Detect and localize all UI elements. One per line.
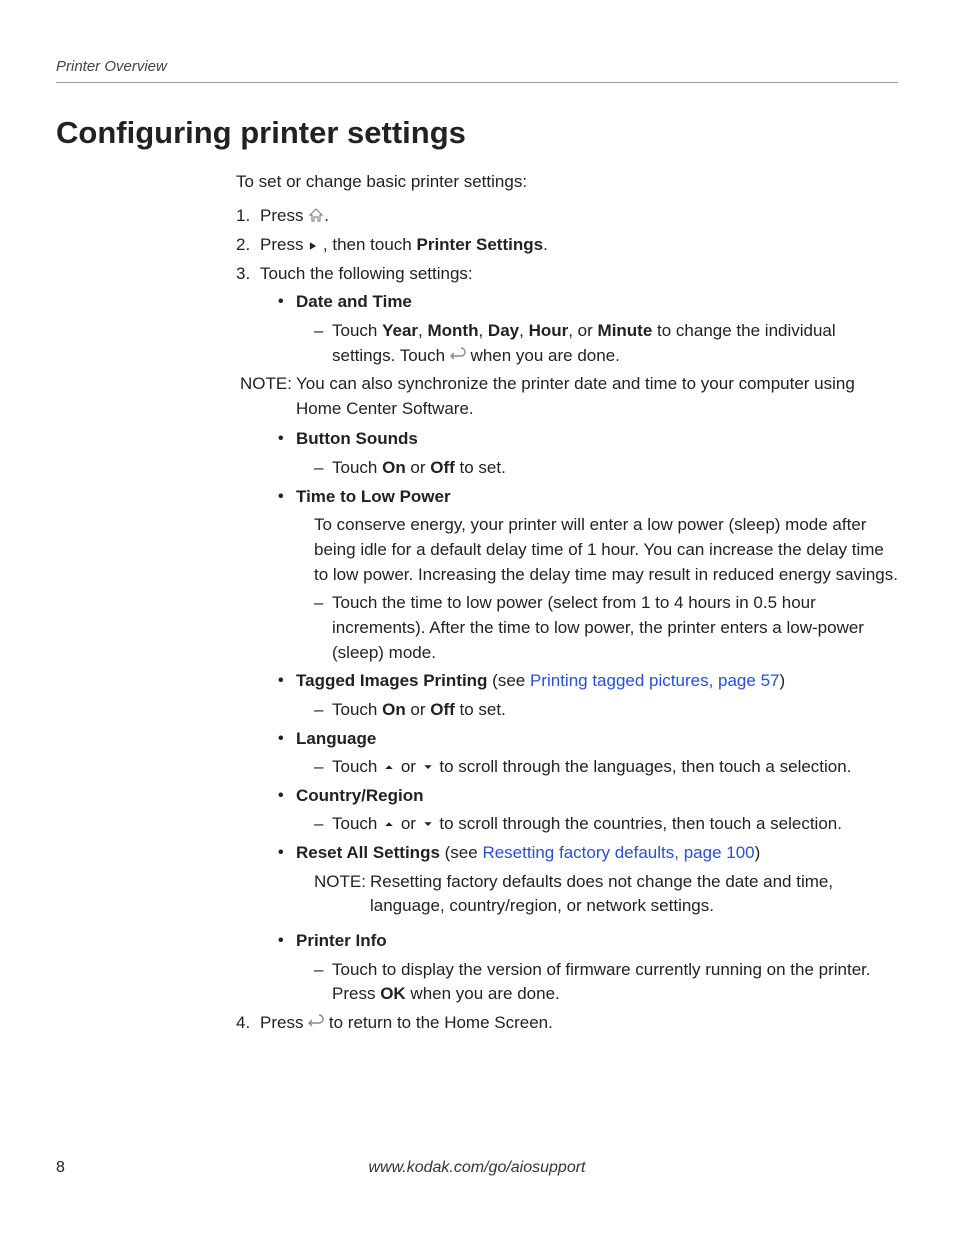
link-tagged-pictures[interactable]: Printing tagged pictures, page 57 xyxy=(530,671,780,690)
setting-label: Tagged Images Printing xyxy=(296,671,487,690)
text: ) xyxy=(755,843,761,862)
setting-date-time: Date and Time Touch Year, Month, Day, Ho… xyxy=(278,290,898,368)
setting-printer-info: Printer Info Touch to display the versio… xyxy=(278,929,898,1007)
setting-label: Language xyxy=(296,729,376,748)
setting-country-region: Country/Region Touch or to scroll throug… xyxy=(278,784,898,837)
home-icon xyxy=(308,207,324,223)
on-bold: On xyxy=(382,700,406,719)
step-4: 4. Press to return to the Home Screen. xyxy=(236,1011,898,1036)
running-header: Printer Overview xyxy=(56,56,898,83)
ok-bold: OK xyxy=(380,984,406,1003)
note-label: NOTE: xyxy=(314,870,370,919)
text: to scroll through the countries, then to… xyxy=(435,814,842,833)
text: , xyxy=(519,321,528,340)
printer-info-detail: Touch to display the version of firmware… xyxy=(314,958,898,1007)
step-2: 2. Press , then touch Printer Settings. xyxy=(236,233,898,258)
off-bold: Off xyxy=(430,458,455,477)
link-reset-defaults[interactable]: Resetting factory defaults, page 100 xyxy=(482,843,754,862)
country-detail: Touch or to scroll through the countries… xyxy=(314,812,898,837)
text: Touch xyxy=(332,757,382,776)
text: (see xyxy=(487,671,530,690)
settings-list: Date and Time Touch Year, Month, Day, Ho… xyxy=(278,290,898,368)
text: or xyxy=(406,458,431,477)
tagged-detail: Touch On or Off to set. xyxy=(314,698,898,723)
day-bold: Day xyxy=(488,321,519,340)
step-text: Touch the following settings: xyxy=(260,264,473,283)
month-bold: Month xyxy=(427,321,478,340)
reset-note: NOTE: Resetting factory defaults does no… xyxy=(314,870,898,919)
minute-bold: Minute xyxy=(598,321,653,340)
text: Touch xyxy=(332,700,382,719)
printer-settings-bold: Printer Settings xyxy=(416,235,543,254)
step-text: Press xyxy=(260,1013,308,1032)
back-icon xyxy=(308,1014,324,1030)
back-icon xyxy=(450,347,466,363)
hour-bold: Hour xyxy=(529,321,569,340)
text: Touch xyxy=(332,814,382,833)
text: Touch xyxy=(332,458,382,477)
text: to set. xyxy=(455,458,506,477)
note-text: You can also synchronize the printer dat… xyxy=(296,372,898,421)
step-1: 1. Press . xyxy=(236,204,898,229)
note-label: NOTE: xyxy=(240,372,296,421)
setting-reset-all: Reset All Settings (see Resetting factor… xyxy=(278,841,898,919)
language-detail: Touch or to scroll through the languages… xyxy=(314,755,898,780)
play-icon xyxy=(308,240,318,252)
arrow-up-icon xyxy=(382,764,396,774)
note-text: Resetting factory defaults does not chan… xyxy=(370,870,898,919)
text: (see xyxy=(440,843,483,862)
setting-label: Reset All Settings xyxy=(296,843,440,862)
text: to scroll through the languages, then to… xyxy=(435,757,852,776)
time-low-power-detail: Touch the time to low power (select from… xyxy=(314,591,898,665)
on-bold: On xyxy=(382,458,406,477)
arrow-down-icon xyxy=(421,764,435,774)
off-bold: Off xyxy=(430,700,455,719)
text: or xyxy=(406,700,431,719)
setting-label: Country/Region xyxy=(296,786,424,805)
step-text: . xyxy=(324,206,329,225)
setting-language: Language Touch or to scroll through the … xyxy=(278,727,898,780)
step-number: 3. xyxy=(236,262,250,287)
step-number: 1. xyxy=(236,204,250,229)
setting-time-low-power: Time to Low Power To conserve energy, yo… xyxy=(278,485,898,665)
setting-label: Date and Time xyxy=(296,292,412,311)
step-text: Press xyxy=(260,206,308,225)
step-text: to return to the Home Screen. xyxy=(324,1013,553,1032)
footer-url: www.kodak.com/go/aiosupport xyxy=(369,1156,586,1179)
step-text: Press xyxy=(260,235,308,254)
section-title: Configuring printer settings xyxy=(56,111,898,156)
note-date-time: NOTE: You can also synchronize the print… xyxy=(240,372,898,421)
step-number: 4. xyxy=(236,1011,250,1036)
arrow-down-icon xyxy=(421,821,435,831)
setting-button-sounds: Button Sounds Touch On or Off to set. xyxy=(278,427,898,480)
page-number: 8 xyxy=(56,1156,65,1179)
text: , xyxy=(478,321,487,340)
settings-list-continued: Button Sounds Touch On or Off to set. Ti… xyxy=(278,427,898,1006)
step-text: . xyxy=(543,235,548,254)
arrow-up-icon xyxy=(382,821,396,831)
page-footer: 8 www.kodak.com/go/aiosupport xyxy=(56,1156,898,1179)
setting-label: Button Sounds xyxy=(296,429,418,448)
text: when you are done. xyxy=(406,984,560,1003)
step-text: , then touch xyxy=(318,235,416,254)
text: , or xyxy=(568,321,597,340)
text: ) xyxy=(779,671,785,690)
setting-tagged-images: Tagged Images Printing (see Printing tag… xyxy=(278,669,898,722)
time-low-power-para: To conserve energy, your printer will en… xyxy=(314,513,898,587)
text: or xyxy=(396,814,421,833)
text: Touch xyxy=(332,321,382,340)
button-sounds-detail: Touch On or Off to set. xyxy=(314,456,898,481)
text: or xyxy=(396,757,421,776)
year-bold: Year xyxy=(382,321,418,340)
setting-label: Time to Low Power xyxy=(296,487,451,506)
setting-label: Printer Info xyxy=(296,931,387,950)
intro-text: To set or change basic printer settings: xyxy=(236,170,898,195)
step-number: 2. xyxy=(236,233,250,258)
step-3: 3. Touch the following settings: Date an… xyxy=(236,262,898,1007)
text: to set. xyxy=(455,700,506,719)
date-time-detail: Touch Year, Month, Day, Hour, or Minute … xyxy=(314,319,898,368)
steps-list: 1. Press . 2. Press , then touch Printer… xyxy=(236,204,898,1035)
text: when you are done. xyxy=(466,346,620,365)
